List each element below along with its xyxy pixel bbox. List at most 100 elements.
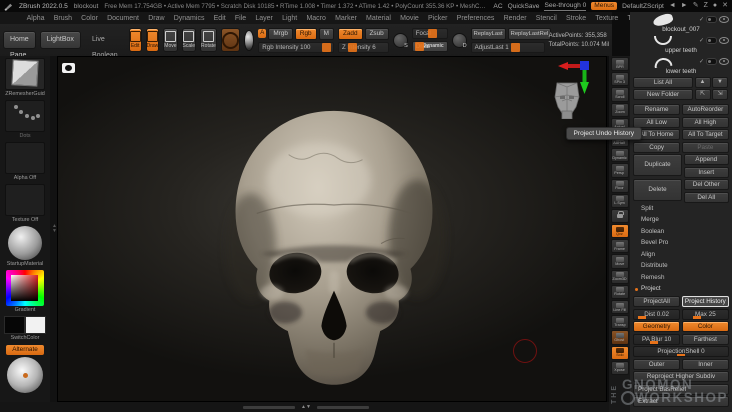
subtool-row[interactable]: ✓ blockout_007 (633, 13, 729, 33)
subtool-row[interactable]: ✓ upper teeth (633, 34, 729, 54)
mrgb-button[interactable]: Mrgb (268, 27, 293, 40)
paste-button[interactable]: Paste (681, 141, 729, 153)
left-tray-icon[interactable]: ◄ (669, 2, 676, 10)
move-button[interactable]: Move (163, 28, 178, 52)
shelf-button[interactable]: Frame (610, 239, 629, 254)
ac-toggle[interactable]: AC (493, 3, 502, 10)
subtool-thumbnail[interactable] (649, 14, 679, 26)
outer-button[interactable]: Outer (633, 358, 681, 370)
move-down-icon[interactable]: ▼ (712, 76, 728, 88)
alpha-thumbnail[interactable] (5, 142, 45, 174)
current-brush-button[interactable] (220, 28, 240, 52)
slider-handle[interactable] (649, 341, 658, 344)
menu-item[interactable]: Document (103, 15, 144, 22)
project-history-button[interactable]: Project History (681, 296, 729, 307)
extract-button[interactable]: Extract (633, 396, 729, 407)
eye-icon[interactable] (719, 16, 729, 23)
menu-item[interactable]: Texture (591, 15, 623, 22)
slider-handle[interactable] (321, 42, 331, 52)
stroke-thumbnail[interactable] (5, 100, 45, 132)
list-all-button[interactable]: List All (633, 76, 693, 88)
shelf-button[interactable]: Qvz (610, 224, 629, 239)
menu-item[interactable]: Macro (302, 15, 331, 22)
shelf-button[interactable]: Move (610, 254, 629, 269)
project-section-header[interactable]: Project (633, 283, 729, 295)
home-page-button[interactable]: Home Page (3, 31, 36, 59)
shelf-button[interactable]: Xpose (610, 360, 629, 375)
inner-button[interactable]: Inner (681, 358, 729, 370)
pa-blur-slider[interactable]: PA Blur 10 (633, 333, 681, 345)
section-header[interactable]: Merge (633, 214, 729, 226)
project-geometry-button[interactable]: Geometry (633, 321, 681, 332)
slider-handle[interactable] (692, 316, 701, 319)
menu-item[interactable]: Alpha (22, 15, 49, 22)
m-button[interactable]: M (318, 27, 334, 40)
menu-item[interactable]: Layer (251, 15, 278, 22)
main-color-swatch[interactable] (4, 316, 25, 334)
rename-button[interactable]: Rename (633, 104, 681, 115)
brush-thumbnail[interactable] (5, 58, 45, 90)
slider-handle[interactable] (414, 42, 424, 51)
append-button[interactable]: Append (683, 154, 729, 165)
reproject-higher-subdiv-button[interactable]: Reproject Higher Subdiv (633, 371, 729, 382)
slider-handle[interactable] (511, 42, 521, 52)
subtool-row[interactable]: ✓ lower teeth (633, 55, 729, 75)
section-header[interactable]: Align (633, 249, 729, 261)
secondary-color-swatch[interactable] (25, 316, 46, 334)
farthest-button[interactable]: Farthest (681, 333, 729, 345)
menu-item[interactable]: Material (361, 15, 395, 22)
shelf-button[interactable]: Scroll (610, 87, 629, 102)
sphere-icon[interactable]: ● (713, 2, 717, 10)
slider-handle[interactable] (347, 42, 357, 52)
draw-button[interactable]: Draw (145, 28, 160, 52)
current-material-button[interactable] (243, 29, 255, 51)
shelf-button[interactable]: Ghost (610, 330, 629, 345)
focal-shift-slider[interactable]: Focal Shift 0 (411, 28, 448, 39)
check-icon[interactable]: ✓ (699, 59, 704, 65)
new-folder-button[interactable]: New Folder (633, 89, 693, 100)
section-header[interactable]: Remesh (633, 272, 729, 284)
folder-down-icon[interactable]: ⇲ (712, 89, 728, 100)
adjust-last-slider[interactable]: AdjustLast 1 (470, 41, 545, 53)
insert-button[interactable]: Insert (683, 166, 729, 178)
project-basrelief-button[interactable]: Project BasRelief (633, 383, 729, 395)
section-header[interactable]: Boolean (633, 226, 729, 238)
slider-handle[interactable] (677, 353, 686, 356)
document-canvas[interactable]: Project Undo History (57, 56, 642, 402)
shelf-button[interactable] (610, 208, 629, 224)
shelf-button[interactable]: Rotate (610, 284, 629, 299)
eye-icon[interactable] (719, 58, 729, 65)
right-tray-icon[interactable]: ► (681, 2, 688, 10)
section-header[interactable]: Bevel Pro (633, 237, 729, 249)
subtool-thumbnail[interactable] (649, 56, 679, 68)
autoreorder-button[interactable]: AutoReorder (681, 104, 729, 115)
z-intensity-slider[interactable]: Z Intensity 6 (337, 41, 389, 53)
close-icon[interactable]: ✕ (722, 2, 728, 10)
shelf-button[interactable]: Line Fill (610, 300, 629, 315)
toggle-pill-icon[interactable] (706, 58, 717, 65)
subtool-thumbnail[interactable] (649, 35, 679, 47)
rotate-button[interactable]: Rotate (200, 28, 217, 52)
menu-item[interactable]: Picker (423, 15, 452, 22)
project-all-button[interactable]: ProjectAll (633, 296, 681, 307)
scale-button[interactable]: Scale (181, 28, 197, 52)
lightbox-button[interactable]: LightBox (39, 31, 81, 49)
shelf-button[interactable]: Transp (610, 315, 629, 330)
live-boolean-button[interactable]: Live Boolean (85, 31, 125, 59)
slider-handle[interactable] (637, 316, 646, 319)
menu-item[interactable]: Brush (49, 15, 76, 22)
move-up-icon[interactable]: ▲ (694, 76, 711, 88)
replay-last-button[interactable]: ReplayLast (470, 27, 506, 40)
section-header[interactable]: Distribute (633, 260, 729, 272)
toggle-pill-icon[interactable] (706, 37, 717, 44)
menu-item[interactable]: Color (77, 15, 103, 22)
rgb-intensity-slider[interactable]: Rgb Intensity 100 (258, 41, 334, 53)
project-color-button[interactable]: Color (681, 321, 729, 332)
all-high-button[interactable]: All High (681, 116, 729, 128)
menu-item[interactable]: Draw (144, 15, 170, 22)
material-thumbnail[interactable] (8, 226, 42, 260)
divider-bar[interactable] (243, 405, 296, 409)
menu-item[interactable]: Stroke (561, 15, 590, 22)
section-header[interactable]: Split (633, 203, 729, 215)
projection-shell-slider[interactable]: ProjectionShell 0 (633, 346, 729, 357)
